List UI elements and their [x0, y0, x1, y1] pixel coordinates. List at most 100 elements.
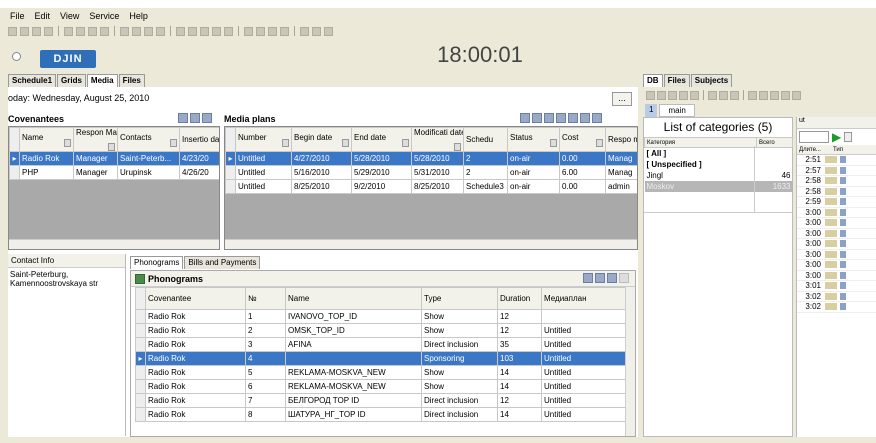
save-icon[interactable] — [748, 90, 757, 100]
sort-dropdown-icon[interactable] — [402, 138, 409, 147]
sort-dropdown-icon[interactable] — [64, 138, 71, 147]
print-icon[interactable] — [619, 272, 629, 283]
skip-icon[interactable] — [100, 26, 109, 36]
cell[interactable]: Show — [421, 323, 498, 338]
cell[interactable]: Direct inclusion — [421, 393, 498, 408]
delete-icon[interactable] — [44, 26, 53, 36]
cell[interactable]: 5/31/2010 — [411, 165, 464, 180]
copy-icon[interactable] — [20, 26, 29, 36]
filter-icon[interactable] — [202, 113, 212, 123]
sort-dropdown-icon[interactable] — [342, 138, 349, 147]
table-row[interactable]: Radio Rok 7 БЕЛГОРОД TOP ID Direct inclusio… — [135, 393, 630, 408]
cell[interactable]: Untitled — [235, 165, 292, 180]
cell[interactable]: REKLAMA-MOSKVA_NEW — [285, 379, 422, 394]
settings-icon[interactable] — [212, 26, 221, 36]
cell[interactable]: Untitled — [235, 179, 292, 194]
cell[interactable]: 4/27/2010 — [291, 151, 352, 166]
sort-dropdown-icon[interactable] — [454, 143, 461, 151]
play-icon[interactable]: ▶ — [832, 131, 841, 143]
tab-subjects[interactable]: Subjects — [690, 74, 733, 87]
column-header-begin-date[interactable]: Begin date — [291, 127, 352, 152]
volume-icon[interactable] — [200, 26, 209, 36]
stop-icon[interactable] — [88, 26, 97, 36]
table-row[interactable]: Untitled 5/16/2010 5/29/2010 5/31/2010 2 on-a… — [225, 165, 637, 180]
music-icon[interactable] — [668, 90, 677, 100]
mute-icon[interactable] — [300, 26, 309, 36]
cell[interactable]: 14 — [497, 365, 542, 380]
cell[interactable]: 0.00 — [559, 179, 606, 194]
cell[interactable]: 4/23/20 — [179, 151, 219, 166]
cell[interactable]: Urupinsk — [117, 165, 180, 180]
category-name[interactable]: [ All ] — [645, 148, 757, 159]
cell[interactable]: IVANOVO_TOP_ID — [285, 309, 422, 324]
cell[interactable]: Direct inclusion — [421, 337, 498, 352]
cell[interactable]: 5/28/2010 — [411, 151, 464, 166]
play-icon[interactable] — [64, 26, 73, 36]
cell[interactable]: AFINA — [285, 337, 422, 352]
tag-icon[interactable] — [657, 90, 666, 100]
column-header-type[interactable]: Тип — [829, 147, 843, 153]
cell[interactable]: Untitled — [541, 323, 630, 338]
filter-icon[interactable] — [544, 113, 554, 123]
tab-media[interactable]: Media — [86, 74, 118, 87]
cell[interactable]: Radio Rok — [19, 151, 74, 166]
column-header-status[interactable]: Status — [507, 127, 560, 152]
cell[interactable]: Untitled — [541, 351, 630, 366]
open-icon[interactable] — [759, 90, 768, 100]
phonograms-v-scrollbar[interactable] — [625, 287, 635, 436]
column-header-type[interactable]: Type — [421, 287, 498, 310]
cell[interactable]: Radio Rok — [145, 309, 246, 324]
cell[interactable]: 103 — [497, 351, 542, 366]
media-plans-h-scrollbar[interactable] — [225, 239, 637, 249]
cell[interactable]: Manager — [73, 165, 118, 180]
cell[interactable]: 9/2/2010 — [351, 179, 412, 194]
column-header-duration[interactable]: Duration — [497, 287, 542, 310]
tab-phonograms[interactable]: Phonograms — [130, 256, 184, 269]
cell[interactable]: Untitled — [235, 151, 292, 166]
grid-icon[interactable] — [132, 26, 141, 36]
cell[interactable]: on-air — [507, 165, 560, 180]
cell[interactable]: 2 — [463, 165, 508, 180]
list-item[interactable]: Moskov 1633 — [644, 180, 793, 192]
options-icon[interactable] — [844, 132, 853, 142]
paste-icon[interactable] — [32, 26, 41, 36]
track-row[interactable]: 3:00 — [797, 260, 876, 271]
cell[interactable]: Radio Rok — [145, 351, 246, 366]
column-header-duration[interactable]: Длите... — [797, 147, 829, 153]
cell[interactable] — [541, 309, 630, 324]
cell[interactable]: 1 — [245, 309, 286, 324]
table-row[interactable]: Radio Rok 5 REKLAMA-MOSKVA_NEW Show 14 Untitl… — [135, 365, 630, 380]
text-down-icon[interactable] — [730, 90, 739, 100]
list-item[interactable]: [ All ] — [645, 148, 793, 159]
column-header-cost[interactable]: Cost — [559, 127, 606, 152]
mic-icon[interactable] — [188, 26, 197, 36]
down-icon[interactable] — [256, 26, 265, 36]
track-row[interactable]: 3:02 — [797, 302, 876, 313]
list-icon[interactable] — [120, 26, 129, 36]
info-icon[interactable] — [324, 26, 333, 36]
pause-icon[interactable] — [76, 26, 85, 36]
table-row[interactable]: Radio Rok 1 IVANOVO_TOP_ID Show 12 — [135, 309, 630, 324]
grid-settings-icon[interactable] — [532, 113, 542, 123]
up-icon[interactable] — [244, 26, 253, 36]
table-row[interactable]: Radio Rok 6 REKLAMA-MOSKVA_NEW Show 14 Untitl… — [135, 379, 630, 394]
track-row[interactable]: 3:00 — [797, 271, 876, 281]
speaker-icon[interactable] — [312, 26, 321, 36]
cell[interactable]: on-air — [507, 151, 560, 166]
status-radio-icon[interactable] — [12, 52, 21, 61]
column-header-number[interactable]: Number — [235, 127, 292, 152]
cell[interactable]: Radio Rok — [145, 365, 246, 380]
cell[interactable]: 0.00 — [559, 151, 606, 166]
cell[interactable]: 8/25/2010 — [291, 179, 352, 194]
cell[interactable]: Show — [421, 379, 498, 394]
cut-icon[interactable] — [8, 26, 17, 36]
cell[interactable]: Saint-Peterb... — [117, 151, 180, 166]
export-icon[interactable] — [178, 113, 188, 123]
column-header-category[interactable]: Категория — [644, 137, 757, 148]
list-item[interactable]: Jingl 46 — [645, 170, 793, 181]
tab-files-right[interactable]: Files — [663, 74, 690, 87]
sort-dropdown-icon[interactable] — [108, 143, 115, 151]
menu-edit[interactable]: Edit — [35, 11, 51, 21]
cell[interactable]: 12 — [497, 323, 542, 338]
cell[interactable]: OMSK_TOP_ID — [285, 323, 422, 338]
